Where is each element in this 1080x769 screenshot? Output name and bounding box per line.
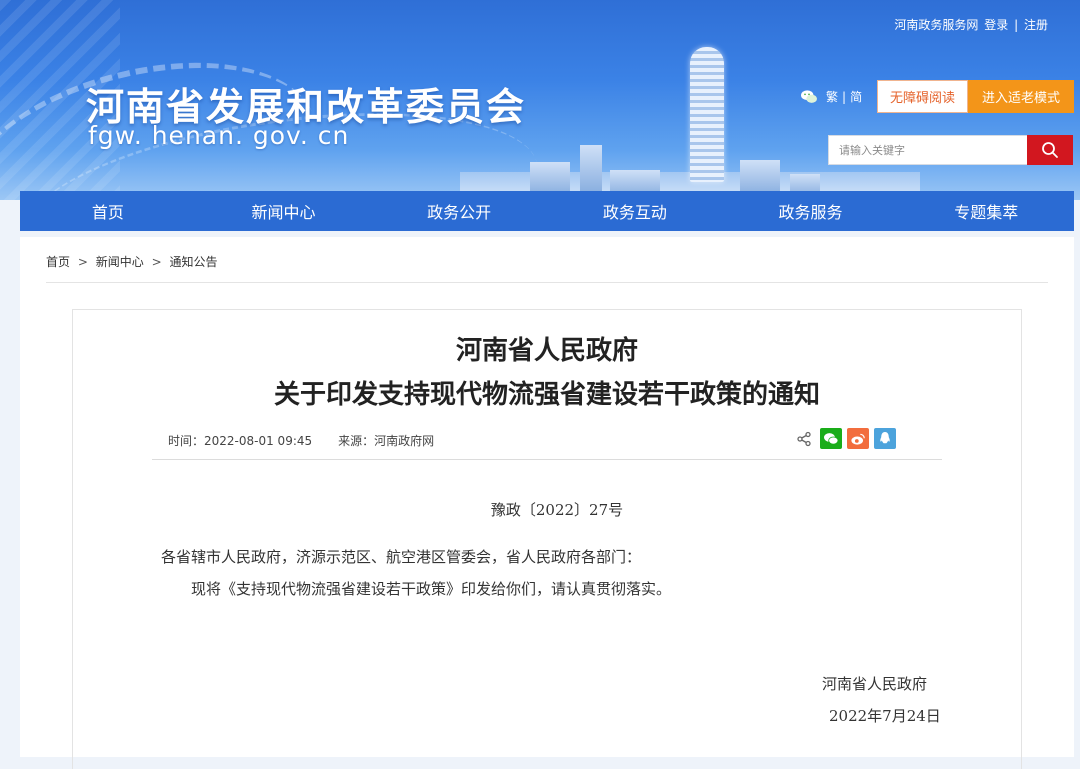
lang-divider: | [842,89,847,104]
breadcrumb: 首页 > 新闻中心 > 通知公告 [46,253,217,270]
article-title-line2: 关于印发支持现代物流强省建设若干政策的通知 [273,380,820,410]
banner-city-skyline [500,80,840,200]
nav-item-interaction[interactable]: 政务互动 [547,191,723,231]
main-nav: 首页 新闻中心 政务公开 政务互动 政务服务 专题集萃 [20,191,1074,231]
register-link[interactable]: 注册 [1024,18,1048,32]
signature-date: 2022年7月24日 [829,707,941,725]
site-domain: fgw. henan. gov. cn [88,121,350,150]
signature: 河南省人民政府 [822,675,928,693]
share-bar [788,428,896,449]
accessibility-button[interactable]: 无障碍阅读 [877,80,968,113]
nav-item-home[interactable]: 首页 [20,191,196,231]
breadcrumb-news[interactable]: 新闻中心 [96,255,144,269]
wechat-icon[interactable] [820,428,842,449]
banner-tower [690,47,724,182]
divider [46,282,1048,283]
top-links-divider: | [1014,18,1019,32]
breadcrumb-separator: > [151,255,162,269]
qq-icon[interactable] [874,428,896,449]
breadcrumb-notices[interactable]: 通知公告 [169,255,217,269]
article-source: 来源：河南政府网 [338,434,435,448]
article-meta: 时间：2022-08-01 09:45 来源：河南政府网 [168,432,434,449]
share-icon[interactable] [793,428,815,449]
top-links: 河南政务服务网 登录 | 注册 [892,16,1048,33]
search-icon [1042,142,1058,158]
nav-item-topics[interactable]: 专题集萃 [898,191,1074,231]
document-number: 豫政〔2022〕27号 [490,501,624,519]
nav-item-gov-affairs[interactable]: 政务公开 [371,191,547,231]
elder-mode-button[interactable]: 进入适老模式 [968,80,1074,113]
wechat-icon[interactable] [800,89,818,105]
article-title-line1: 河南省人民政府 [455,336,638,366]
search-button[interactable] [1027,135,1073,165]
weibo-icon[interactable] [847,428,869,449]
divider [152,459,942,460]
breadcrumb-home[interactable]: 首页 [46,255,70,269]
simplified-chinese-link[interactable]: 简 [850,88,862,105]
portal-link[interactable]: 河南政务服务网 [894,18,978,32]
breadcrumb-separator: > [77,255,88,269]
addressee-paragraph: 各省辖市人民政府，济源示范区、航空港区管委会，省人民政府各部门： [161,548,642,566]
search-box [828,135,1073,165]
traditional-chinese-link[interactable]: 繁 [826,88,838,105]
header-tools: 繁 | 简 [800,88,862,105]
nav-item-services[interactable]: 政务服务 [723,191,899,231]
main-content: 首页 > 新闻中心 > 通知公告 河南省人民政府 关于印发支持现代物流强省建设若… [20,237,1074,769]
article: 河南省人民政府 关于印发支持现代物流强省建设若干政策的通知 时间：2022-08… [72,309,1022,769]
login-link[interactable]: 登录 [984,18,1008,32]
nav-item-news[interactable]: 新闻中心 [196,191,372,231]
search-input[interactable] [829,136,1039,164]
publish-time: 时间：2022-08-01 09:45 [168,434,313,448]
body-paragraph: 现将《支持现代物流强省建设若干政策》印发给你们，请认真贯彻落实。 [191,580,672,598]
